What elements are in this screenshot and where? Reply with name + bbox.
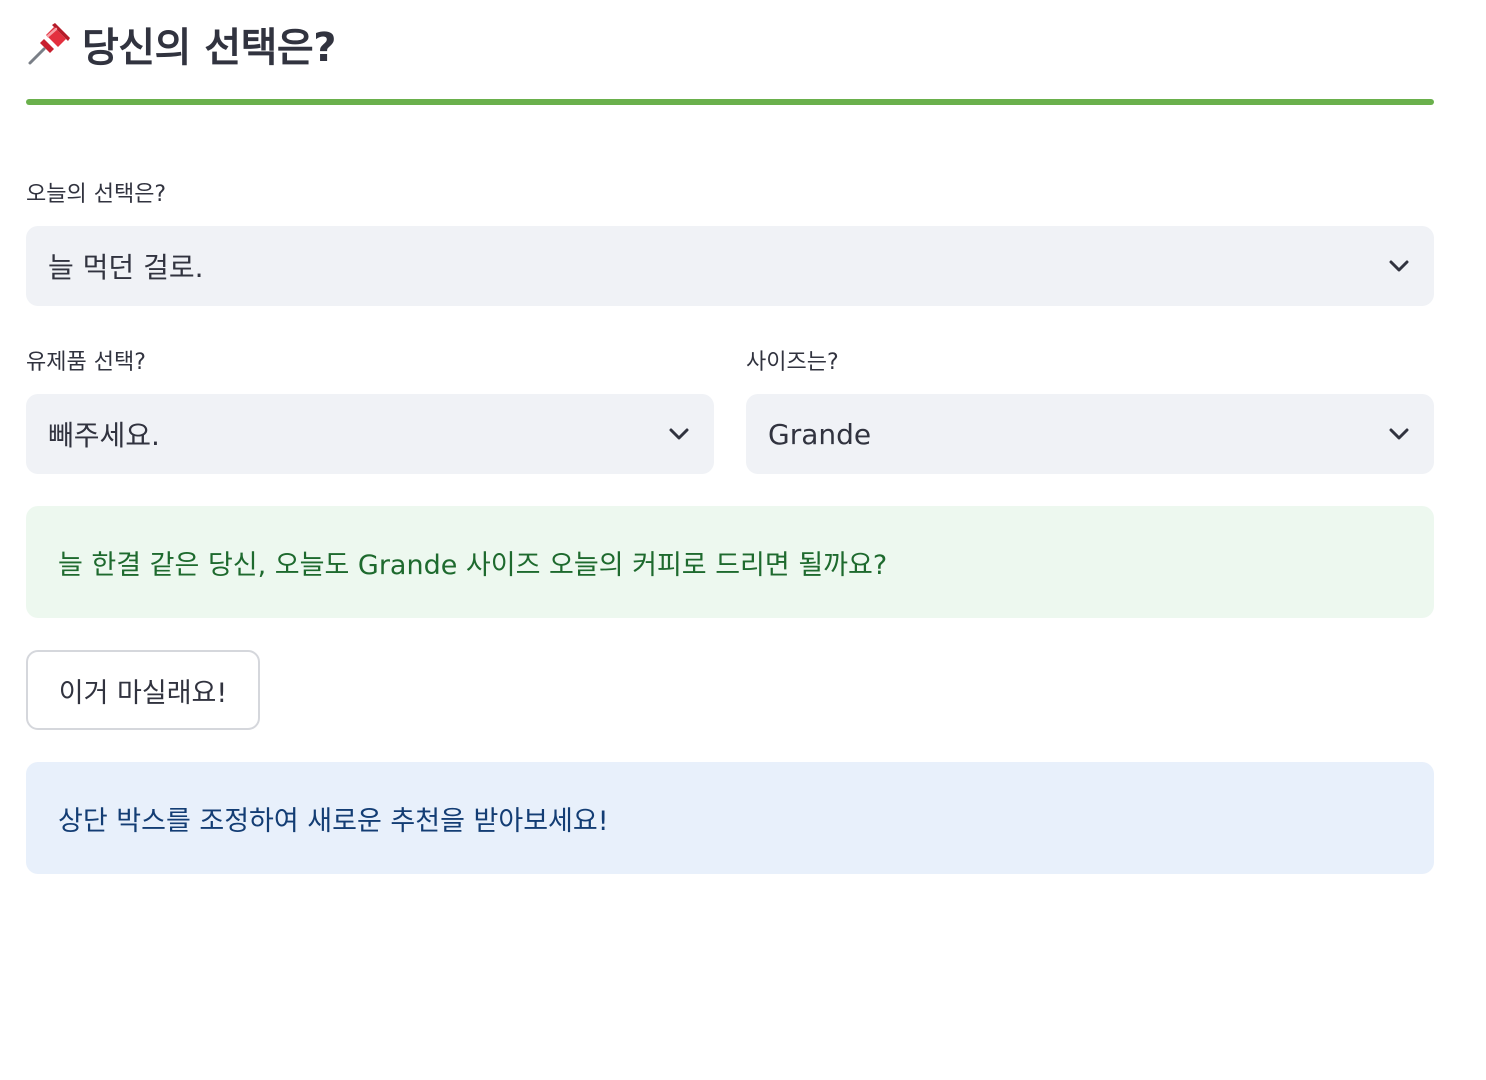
dairy-select[interactable]: 빼주세요. — [26, 394, 714, 474]
drink-select-value: 늘 먹던 걸로. — [48, 251, 204, 284]
chevron-down-icon — [666, 421, 692, 447]
info-alert: 상단 박스를 조정하여 새로운 추천을 받아보세요! — [26, 762, 1434, 874]
success-alert: 늘 한결 같은 당신, 오늘도 Grande 사이즈 오늘의 커피로 드리면 될… — [26, 506, 1434, 618]
drink-select[interactable]: 늘 먹던 걸로. — [26, 226, 1434, 306]
chevron-down-icon — [1386, 421, 1412, 447]
chevron-down-icon — [1386, 253, 1412, 279]
page-title: 당신의 선택은? — [82, 25, 336, 71]
size-select-label: 사이즈는? — [746, 350, 839, 375]
pushpin-icon — [26, 21, 72, 67]
dairy-select-label: 유제품 선택? — [26, 350, 146, 375]
info-alert-text: 상단 박스를 조정하여 새로운 추천을 받아보세요! — [58, 805, 609, 837]
size-select-value: Grande — [768, 417, 872, 451]
size-select[interactable]: Grande — [746, 394, 1434, 474]
page-header: 당신의 선택은? — [26, 14, 336, 74]
success-alert-text: 늘 한결 같은 당신, 오늘도 Grande 사이즈 오늘의 커피로 드리면 될… — [58, 549, 888, 581]
dairy-select-value: 빼주세요. — [48, 419, 160, 452]
title-divider — [26, 99, 1434, 105]
order-button[interactable]: 이거 마실래요! — [26, 650, 260, 730]
drink-select-label: 오늘의 선택은? — [26, 182, 167, 207]
